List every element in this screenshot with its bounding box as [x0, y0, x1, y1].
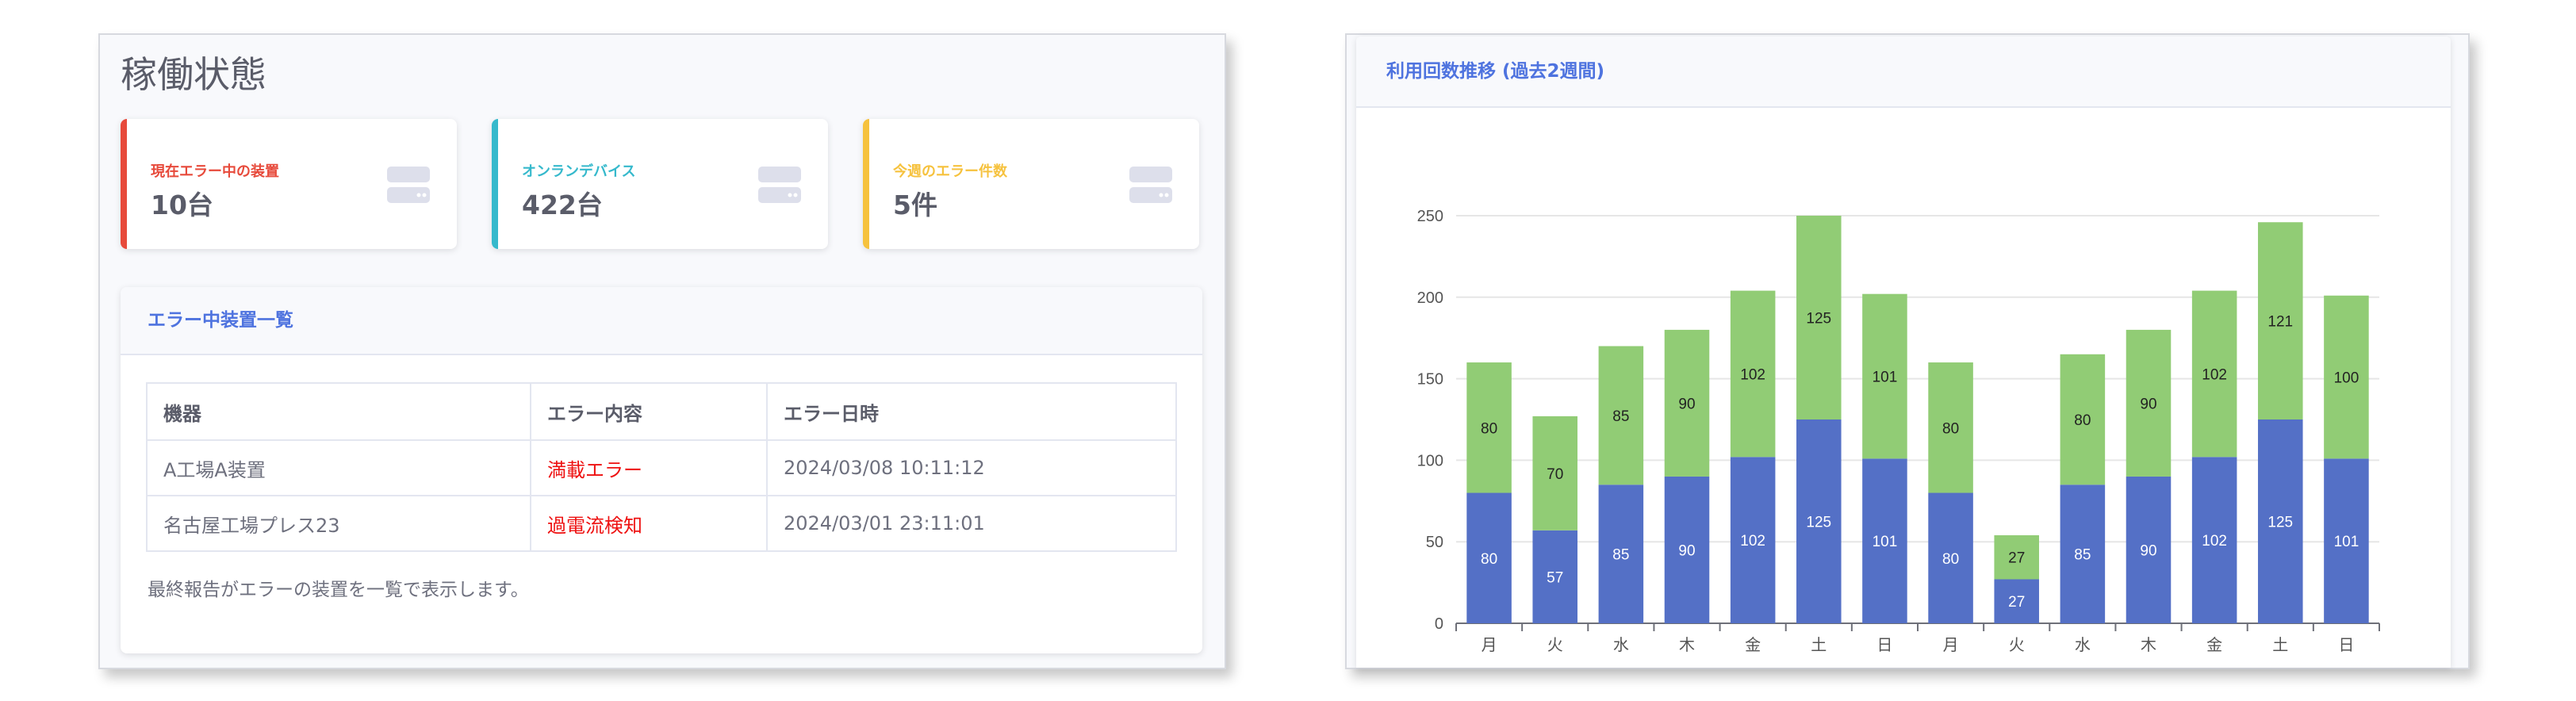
- x-tick-label: 土: [1811, 635, 1827, 654]
- x-tick-label: 日: [2338, 635, 2354, 654]
- chart-header: 利用回数推移 (過去2週間): [1356, 36, 2451, 108]
- error-list-card: エラー中装置一覧 機器 エラー内容 エラー日時 A工場A装置 満載エラー 202…: [121, 287, 1202, 653]
- x-tick-label: 金: [1745, 635, 1761, 654]
- data-label: 85: [2074, 547, 2091, 564]
- cell-datetime: 2024/03/01 23:11:01: [766, 495, 1177, 552]
- stat-card-online-devices: オンランデバイス 422台: [492, 119, 828, 249]
- accent-bar: [863, 119, 869, 249]
- stat-value: 5件: [893, 190, 937, 220]
- y-tick-label: 0: [1435, 615, 1443, 633]
- data-label: 27: [2008, 550, 2025, 567]
- column-header-datetime: エラー日時: [766, 382, 1177, 441]
- usage-panel: 利用回数推移 (過去2週間) 0 50 100 150 200 250 80 80 月 57 70 火…: [1345, 33, 2470, 669]
- y-tick-label: 200: [1417, 289, 1443, 307]
- x-tick-label: 月: [1943, 635, 1959, 654]
- data-label: 125: [1806, 311, 1831, 328]
- stat-label: 現在エラー中の装置: [151, 163, 279, 180]
- data-label: 90: [1678, 542, 1695, 559]
- table-note: 最終報告がエラーの装置を一覧で表示します。: [148, 580, 529, 600]
- x-tick-label: 火: [1547, 635, 1563, 654]
- cell-error: 過電流検知: [530, 495, 768, 552]
- data-label: 100: [2334, 370, 2359, 387]
- x-tick-label: 水: [2075, 635, 2091, 654]
- page-title: 稼働状態: [121, 53, 266, 96]
- accent-bar: [492, 119, 498, 249]
- data-label: 102: [1740, 533, 1765, 550]
- x-tick-label: 日: [1876, 635, 1892, 654]
- data-label: 80: [1942, 551, 1959, 568]
- data-label: 80: [2074, 412, 2091, 429]
- stat-label: オンランデバイス: [522, 163, 636, 180]
- x-tick-label: 木: [2141, 635, 2156, 654]
- usage-chart-card: 利用回数推移 (過去2週間) 0 50 100 150 200 250 80 80 月 57 70 火…: [1356, 36, 2451, 668]
- server-icon: [758, 167, 801, 208]
- data-label: 90: [1678, 396, 1695, 412]
- data-label: 85: [1612, 547, 1629, 564]
- y-tick-label: 100: [1417, 452, 1443, 469]
- column-header-device: 機器: [146, 382, 531, 441]
- data-label: 101: [1873, 534, 1898, 550]
- error-list-header: エラー中装置一覧: [121, 287, 1202, 355]
- cell-device: A工場A装置: [146, 439, 531, 496]
- data-label: 101: [1873, 370, 1898, 386]
- data-label: 80: [1942, 420, 1959, 437]
- data-label: 90: [2140, 396, 2156, 412]
- data-label: 85: [1612, 408, 1629, 425]
- cell-error: 満載エラー: [530, 439, 768, 496]
- data-label: 70: [1547, 466, 1563, 483]
- x-tick-label: 月: [1482, 635, 1497, 654]
- x-tick-label: 水: [1613, 635, 1629, 654]
- data-label: 121: [2267, 314, 2293, 331]
- data-label: 102: [2202, 533, 2227, 550]
- y-tick-label: 150: [1417, 371, 1443, 389]
- data-label: 101: [2334, 534, 2359, 550]
- data-label: 125: [2267, 515, 2293, 531]
- y-tick-label: 250: [1417, 208, 1443, 225]
- error-table: 機器 エラー内容 エラー日時 A工場A装置 満載エラー 2024/03/08 1…: [146, 382, 1177, 552]
- stat-value: 10台: [151, 190, 213, 220]
- data-label: 27: [2008, 594, 2025, 611]
- status-panel: 稼働状態 現在エラー中の装置 10台 オンランデバイス 422台 今週のエラー件…: [98, 33, 1226, 669]
- cell-datetime: 2024/03/08 10:11:12: [766, 439, 1177, 496]
- data-label: 80: [1481, 420, 1497, 437]
- stat-card-weekly-errors: 今週のエラー件数 5件: [863, 119, 1199, 249]
- x-tick-label: 火: [2009, 635, 2025, 654]
- table-row[interactable]: 名古屋工場プレス23 過電流検知 2024/03/01 23:11:01: [146, 495, 1177, 552]
- stat-card-error-devices: 現在エラー中の装置 10台: [121, 119, 457, 249]
- data-label: 90: [2140, 542, 2156, 559]
- data-label: 102: [1740, 366, 1765, 383]
- usage-chart: 0 50 100 150 200 250 80 80 月 57 70 火 85 85 水 90 90 木 102 10…: [1417, 208, 2380, 654]
- column-header-error: エラー内容: [530, 382, 768, 441]
- table-header-row: 機器 エラー内容 エラー日時: [146, 382, 1177, 441]
- data-label: 80: [1481, 551, 1497, 568]
- x-tick-label: 土: [2272, 635, 2288, 654]
- data-label: 57: [1547, 569, 1563, 586]
- y-tick-label: 50: [1426, 534, 1443, 551]
- cell-device: 名古屋工場プレス23: [146, 495, 531, 552]
- x-tick-label: 木: [1679, 635, 1695, 654]
- data-label: 102: [2202, 366, 2227, 383]
- server-icon: [387, 167, 430, 208]
- accent-bar: [121, 119, 127, 249]
- stat-value: 422台: [522, 190, 603, 220]
- stat-label: 今週のエラー件数: [893, 163, 1007, 180]
- x-tick-label: 金: [2206, 635, 2222, 654]
- server-icon: [1129, 167, 1172, 208]
- data-label: 125: [1806, 515, 1831, 531]
- table-row[interactable]: A工場A装置 満載エラー 2024/03/08 10:11:12: [146, 439, 1177, 496]
